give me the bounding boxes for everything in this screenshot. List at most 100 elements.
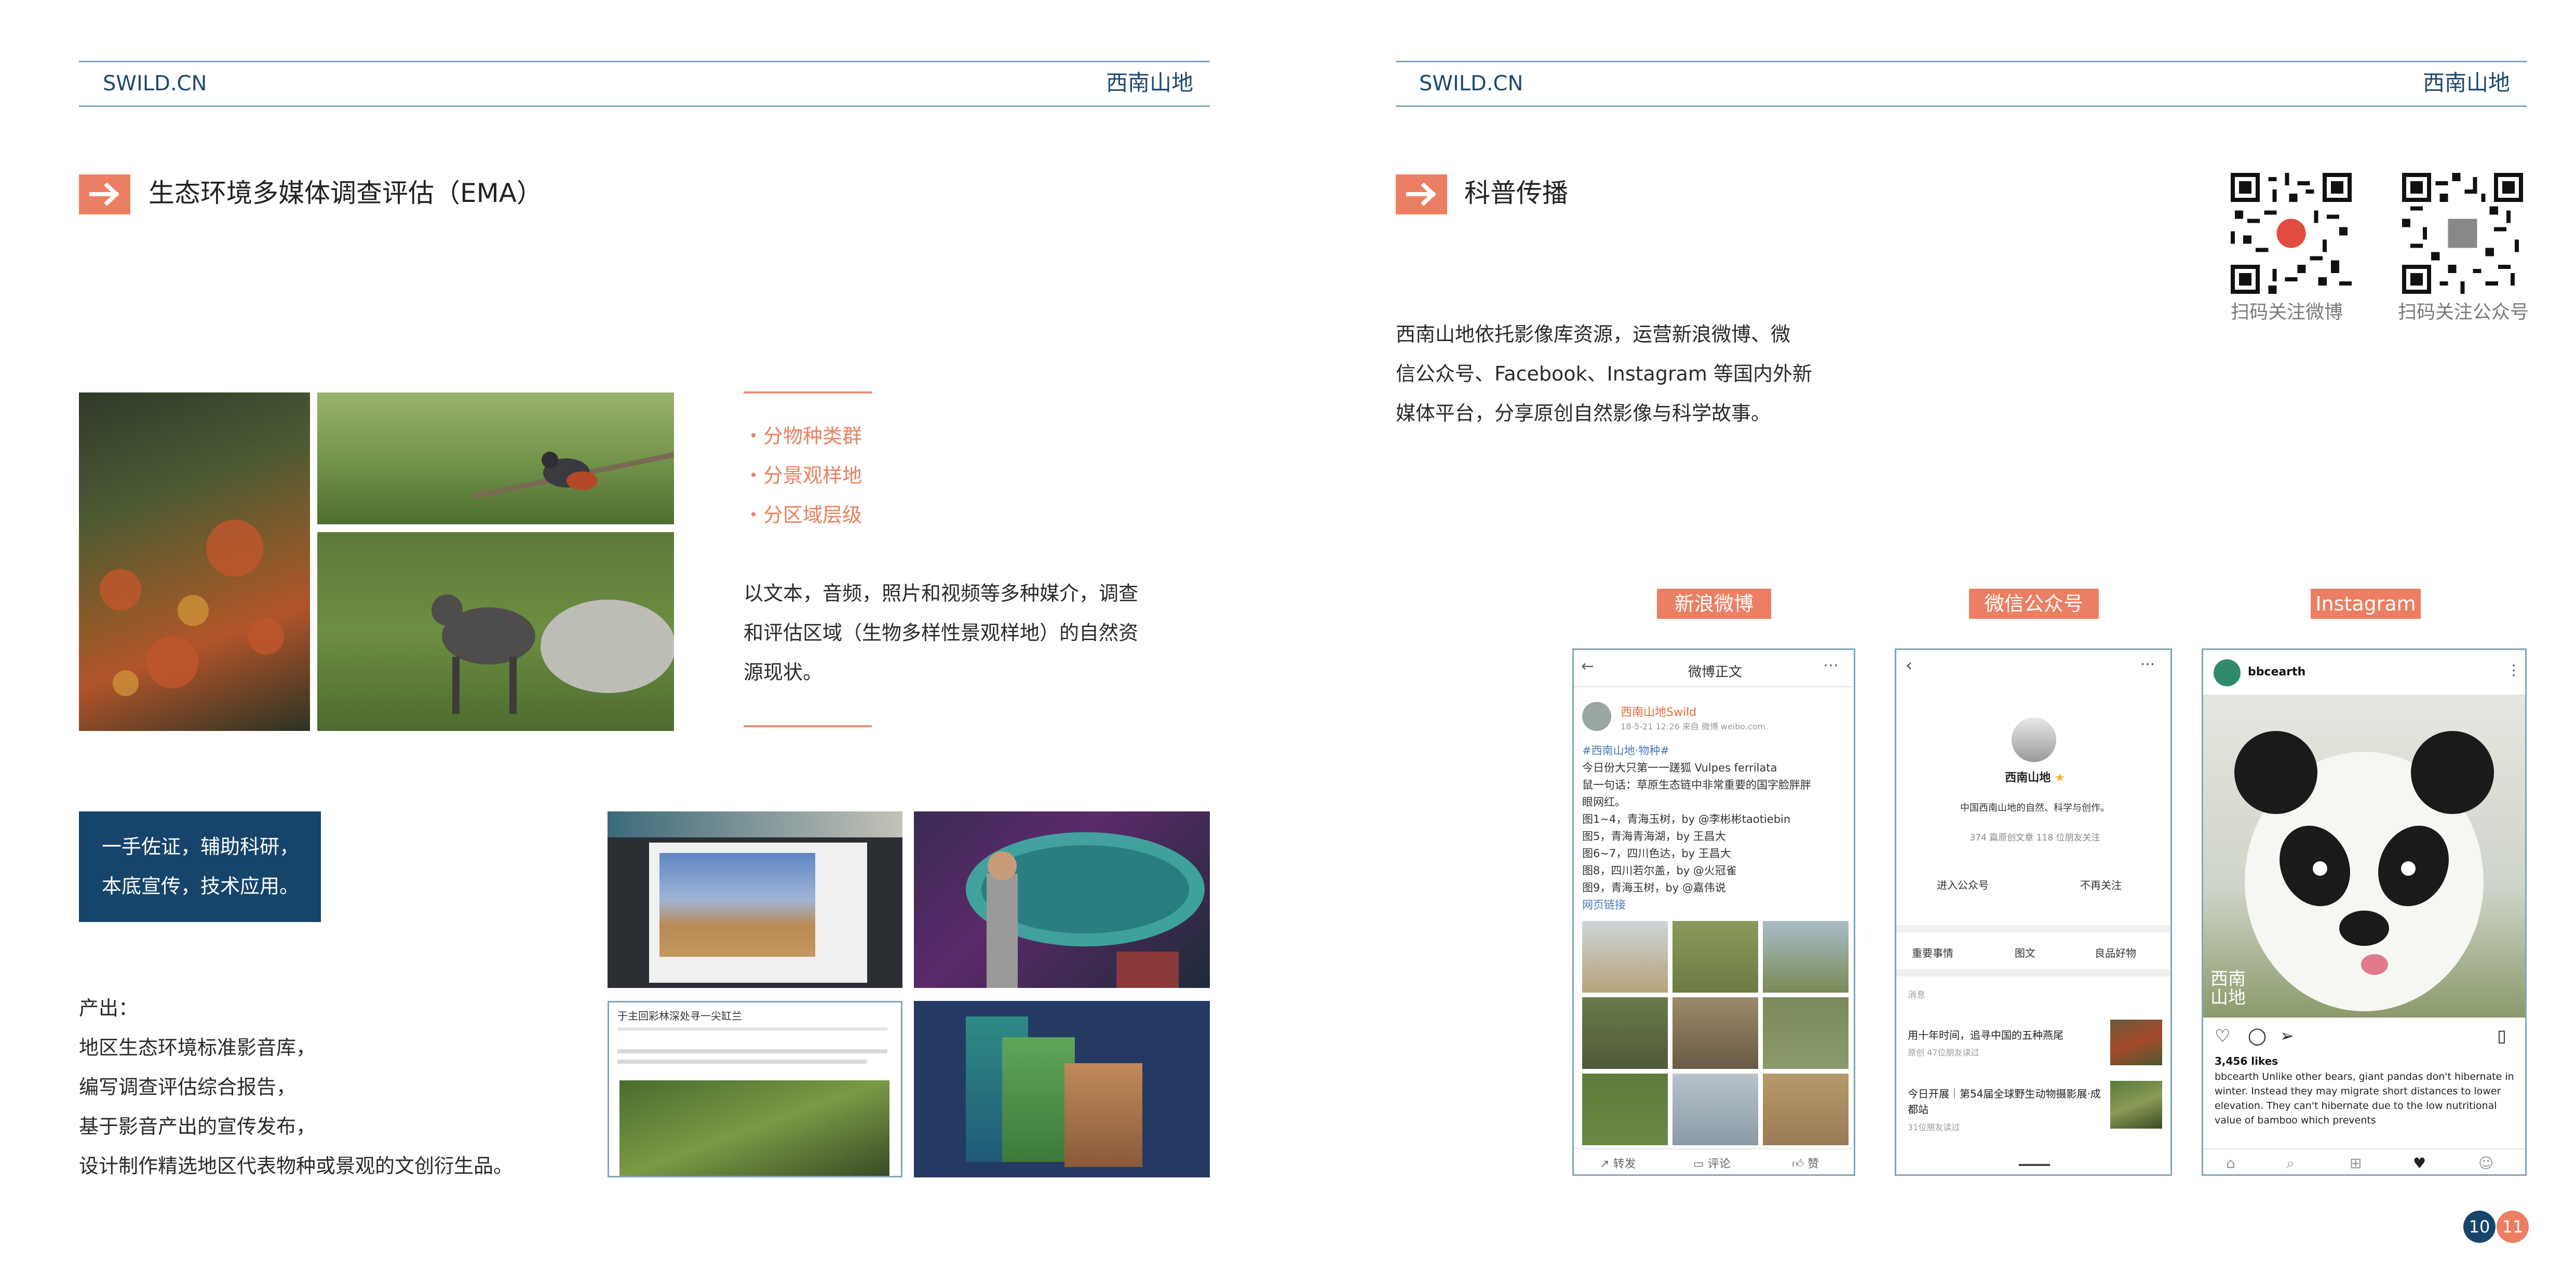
weibo-line: 图5，青海青海湖，by 王昌大 (1582, 830, 1726, 843)
section-title-outreach: 科普传播 (1464, 178, 1568, 208)
weibo-qr-code[interactable] (2231, 173, 2352, 294)
header-rule-bottom-right (1396, 105, 2527, 107)
wechat-qr-code[interactable] (2402, 173, 2523, 294)
weibo-line: 图6~7，四川色达，by 王昌大 (1582, 847, 1731, 860)
add-post-icon[interactable]: ⊞ (2350, 1155, 2362, 1172)
weibo-line: 鼠一句话：草原生态链中非常重要的国字脸胖胖 (1582, 779, 1811, 791)
instagram-caption: bbcearth Unlike other bears, giant panda… (2215, 1071, 2514, 1126)
comment-label: 评论 (1707, 1158, 1731, 1171)
weibo-web-link[interactable]: 网页链接 (1582, 897, 1850, 914)
weibo-line: 图9，青海玉树，by @嘉伟说 (1582, 882, 1726, 894)
thumbs-up-icon: 👍︎ (1792, 1158, 1808, 1171)
arrow-right-icon (1396, 174, 1447, 214)
outreach-description-line1: 西南山地依托影像库资源，运营新浪微博、微 (1396, 323, 1791, 346)
ema-description-line1: 以文本，音频，照片和视频等多种媒介，调查 (744, 582, 1139, 605)
nature-books-photo (914, 1001, 1210, 1177)
avatar (1582, 702, 1611, 731)
highlight-box: 一手佐证，辅助科研， 本底宣传，技术应用。 (79, 811, 321, 922)
weibo-post-body: #西南山地·物种# 今日份大只第一一蹉狐 Vulpes ferrilata 鼠一… (1582, 742, 1850, 914)
website-screenshot-photo (608, 811, 902, 988)
more-icon[interactable]: ⋯ (1823, 656, 1839, 674)
wechat-article-meta: 31位朋友读过 (1908, 1122, 1960, 1132)
heart-icon[interactable]: ♡ (2215, 1026, 2230, 1047)
bullet-species: ・分物种类群 (744, 425, 862, 448)
wechat-slogan: 中国西南山地的自然、科学与创作。 (1960, 803, 2110, 814)
site-name[interactable]: SWILD.CN (103, 73, 207, 94)
outreach-description-line3: 媒体平台，分享原创自然影像与科学故事。 (1396, 402, 1771, 425)
wechat-phone-screenshot: ‹ ⋯ 西南山地 ★ 中国西南山地的自然、科学与创作。 374 篇原创文章 11… (1895, 648, 2172, 1176)
instagram-account[interactable]: bbcearth (2248, 666, 2305, 679)
comment-button[interactable]: ▭ 评论 (1693, 1155, 1731, 1171)
article-screenshot-photo: 于主回彩林深处寻一尖缸兰 (608, 1001, 902, 1177)
weibo-line: 今日份大只第一一蹉狐 Vulpes ferrilata (1582, 762, 1777, 774)
back-arrow-icon[interactable]: ← (1581, 657, 1594, 675)
menu-articles[interactable]: 图文 (2015, 945, 2035, 960)
weibo-qr-caption: 扫码关注微博 (2231, 302, 2343, 323)
output-item: 设计制作精选地区代表物种或景观的文创衍生品。 (79, 1155, 514, 1177)
bird-on-branch-photo (317, 392, 674, 524)
weibo-phone-screenshot: ← 微博正文 ⋯ 西南山地Swild 18-5-21 12:26 来自 微博 w… (1572, 648, 1855, 1176)
enter-account-button[interactable]: 进入公众号 (1937, 877, 1989, 892)
bullet-accent-top (744, 391, 872, 394)
article-thumbnail (2110, 1020, 2162, 1065)
wechat-article-title[interactable]: 用十年时间，追寻中国的五种燕尾 (1908, 1027, 2105, 1042)
comment-icon[interactable]: ◯ (2248, 1026, 2267, 1046)
brand-name: 西南山地 (1106, 70, 1194, 96)
weibo-header-title: 微博正文 (1688, 665, 1743, 680)
autumn-forest-photo (79, 392, 310, 731)
bullet-landscape: ・分景观样地 (744, 464, 862, 487)
musk-deer-photo (317, 532, 674, 731)
header-rule-top-left (79, 61, 1210, 62)
like-button[interactable]: 👍︎ 赞 (1792, 1155, 1819, 1171)
share-icon: ↗ (1600, 1158, 1613, 1171)
send-icon[interactable]: ➢ (2280, 1026, 2294, 1046)
menu-goods[interactable]: 良品好物 (2095, 945, 2136, 960)
bullet-region: ・分区域层级 (744, 504, 862, 526)
avatar (2214, 659, 2241, 686)
wechat-article-title[interactable]: 今日开展｜第54届全球野生动物摄影展·成都站 (1908, 1086, 2105, 1117)
wechat-article-meta: 原创 47位朋友读过 (1908, 1048, 1979, 1057)
weibo-photo-grid (1582, 921, 1849, 1145)
weibo-post-meta: 18-5-21 12:26 来自 微博 weibo.com (1621, 722, 1766, 731)
ema-description-line2: 和评估区域（生物多样性景观样地）的自然资 (744, 621, 1139, 644)
back-chevron-icon[interactable]: ‹ (1906, 655, 1912, 675)
page-number-right: 11 (2497, 1211, 2529, 1243)
star-icon: ★ (2054, 771, 2065, 784)
activity-heart-icon[interactable]: ♥ (2413, 1155, 2426, 1172)
wechat-stats: 374 篇原创文章 118 位朋友关注 (1970, 833, 2100, 843)
site-name[interactable]: SWILD.CN (1419, 73, 1523, 94)
header-rule-bottom-left (79, 105, 1210, 107)
bookmark-icon[interactable]: ▯ (2497, 1026, 2506, 1046)
article-thumbnail (2110, 1081, 2162, 1129)
highlight-line2: 本底宣传，技术应用。 (102, 875, 300, 898)
unfollow-button[interactable]: 不再关注 (2080, 877, 2122, 892)
repost-button[interactable]: ↗ 转发 (1600, 1155, 1636, 1171)
messages-label: 消息 (1908, 990, 1925, 1000)
weibo-line: 图1~4，青海玉树，by @李彬彬taotiebin (1582, 813, 1791, 825)
wechat-name-text: 西南山地 (2005, 771, 2051, 784)
highlight-line1: 一手佐证，辅助科研， (102, 835, 300, 858)
section-title-ema: 生态环境多媒体调查评估（EMA） (149, 178, 543, 208)
wechat-account-name: 西南山地 ★ (1896, 768, 2170, 785)
menu-important[interactable]: 重要事情 (1912, 945, 1953, 960)
more-icon[interactable]: ⋮ (2506, 661, 2521, 679)
profile-icon[interactable]: ☺ (2478, 1155, 2493, 1172)
weibo-hashtag[interactable]: #西南山地·物种# (1582, 742, 1850, 760)
outreach-description-line2: 信公众号、Facebook、Instagram 等国内外新 (1396, 362, 1812, 385)
description-accent-bottom (744, 725, 872, 727)
weibo-line: 眼网红。 (1582, 796, 1626, 808)
instagram-watermark: 西南山地 (2210, 969, 2246, 1008)
ema-description-line3: 源现状。 (744, 661, 823, 684)
weibo-line: 图8，四川若尔盖，by @火冠雀 (1582, 864, 1737, 877)
page-number-left: 10 (2463, 1211, 2496, 1243)
more-icon[interactable]: ⋯ (2140, 655, 2155, 672)
weibo-account-name[interactable]: 西南山地Swild (1621, 703, 1696, 720)
output-item: 地区生态环境标准影音库， (79, 1036, 316, 1059)
brand-name: 西南山地 (2423, 70, 2511, 96)
home-icon[interactable]: ⌂ (2226, 1155, 2235, 1172)
output-item: 基于影音产出的宣传发布， (79, 1115, 316, 1138)
snake-presentation-photo (914, 811, 1210, 988)
likes-count: 3,456 likes (2215, 1055, 2278, 1067)
home-indicator (2019, 1164, 2050, 1166)
search-icon[interactable]: ⌕ (2286, 1155, 2295, 1172)
